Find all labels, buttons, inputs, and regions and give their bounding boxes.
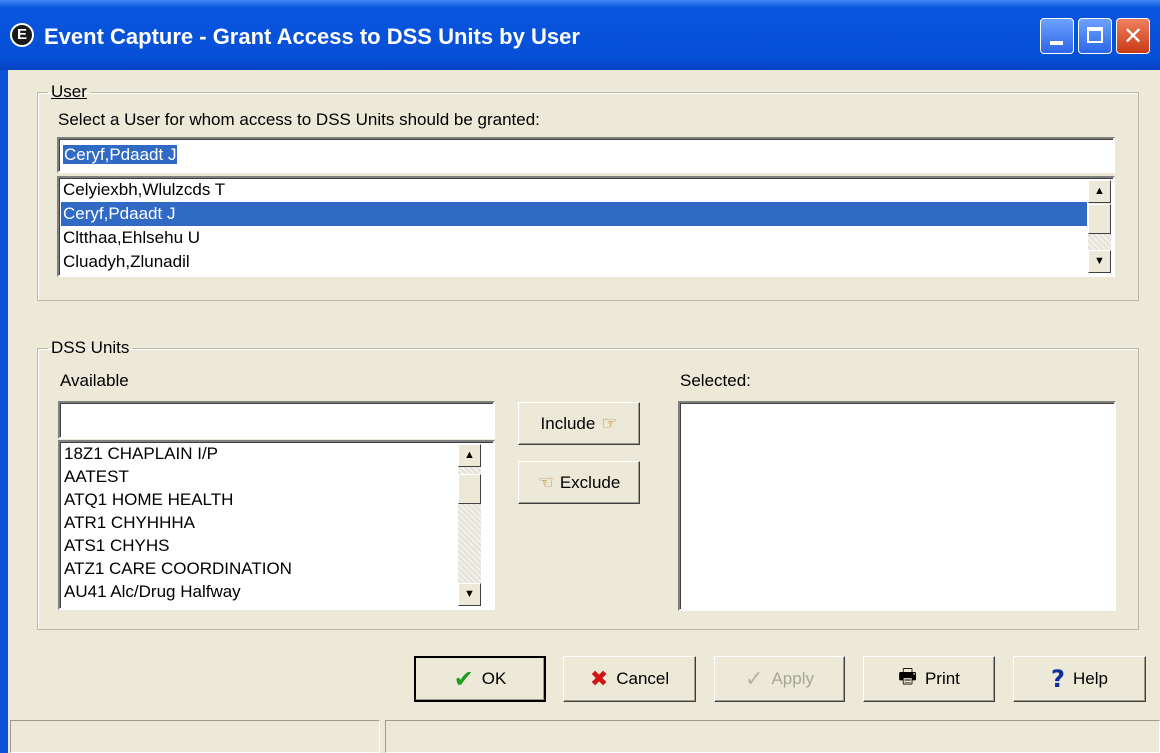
scroll-down-arrow-icon[interactable]: ▼ [1088, 250, 1111, 273]
minimize-icon [1050, 41, 1063, 45]
apply-button[interactable]: ✓ Apply [714, 656, 845, 702]
close-button[interactable]: ✕ [1116, 18, 1150, 54]
close-icon: ✕ [1122, 22, 1144, 50]
print-label: Print [924, 669, 960, 688]
checkmark-outline-icon: ✓ [745, 666, 764, 692]
question-mark-icon: ? [1051, 665, 1065, 693]
app-icon[interactable]: E [10, 23, 34, 47]
dss-units-legend: DSS Units [51, 338, 130, 357]
status-bar-panel-right [385, 720, 1160, 753]
scroll-thumb[interactable] [458, 474, 481, 504]
ok-label: OK [481, 669, 507, 688]
user-group-legend: User [51, 82, 87, 101]
ok-button[interactable]: ✔ OK [414, 656, 546, 702]
user-list-item[interactable]: Celyiexbh,Wlulzcds T [61, 178, 1087, 202]
dialog-window: E Event Capture - Grant Access to DSS Un… [0, 0, 1160, 753]
include-button[interactable]: Include ☞ [518, 402, 640, 445]
help-button[interactable]: ? Help [1013, 656, 1146, 702]
user-instruction: Select a User for whom access to DSS Uni… [58, 110, 540, 129]
scroll-thumb[interactable] [1088, 204, 1111, 234]
maximize-button[interactable] [1078, 18, 1112, 54]
window-left-border [0, 70, 8, 753]
selected-label: Selected: [680, 371, 751, 390]
title-bar[interactable]: E Event Capture - Grant Access to DSS Un… [0, 0, 1160, 70]
user-list-item[interactable]: Cltthaa,Ehlsehu U [61, 226, 1087, 250]
exclude-button[interactable]: ☜ Exclude [518, 461, 640, 504]
user-list-item-selected[interactable]: Ceryf,Pdaadt J [61, 202, 1087, 226]
available-list-item[interactable]: ATS1 CHYHS [62, 534, 467, 557]
user-list-item[interactable]: Cluadyh,Zlunadil [61, 250, 1087, 274]
available-list-item[interactable]: ATR1 CHYHHHA [62, 511, 467, 534]
available-search-input[interactable] [58, 401, 495, 439]
user-search-value: Ceryf,Pdaadt J [63, 145, 178, 164]
user-list[interactable]: Celyiexbh,Wlulzcds T Ceryf,Pdaadt J Cltt… [57, 176, 1115, 277]
scroll-up-arrow-icon[interactable]: ▲ [458, 444, 481, 467]
pointing-hand-left-icon: ☜ [537, 472, 554, 493]
x-icon: ✖ [589, 666, 609, 692]
user-list-scrollbar[interactable]: ▲ ▼ [1088, 180, 1111, 273]
selected-list[interactable] [678, 401, 1116, 611]
cancel-label: Cancel [616, 669, 670, 688]
user-search-input[interactable]: Ceryf,Pdaadt J [57, 137, 1115, 173]
available-list-item[interactable]: ATQ1 HOME HEALTH [62, 488, 467, 511]
print-button[interactable]: 🖶 Print [863, 656, 995, 702]
available-list[interactable]: 18Z1 CHAPLAIN I/P AATEST ATQ1 HOME HEALT… [58, 440, 495, 610]
apply-label: Apply [771, 669, 814, 688]
available-list-item[interactable]: AU41 Alc/Drug Halfway [62, 580, 467, 603]
available-list-item[interactable]: ATZ1 CARE COORDINATION [62, 557, 467, 580]
available-list-item[interactable]: AATEST [62, 465, 467, 488]
exclude-label: Exclude [559, 472, 621, 492]
maximize-icon [1087, 27, 1103, 43]
cancel-button[interactable]: ✖ Cancel [563, 656, 696, 702]
minimize-button[interactable] [1040, 18, 1074, 54]
help-label: Help [1072, 669, 1108, 688]
checkmark-icon: ✔ [453, 665, 474, 693]
scroll-down-arrow-icon[interactable]: ▼ [458, 583, 481, 606]
available-list-scrollbar[interactable]: ▲ ▼ [458, 444, 481, 606]
scroll-up-arrow-icon[interactable]: ▲ [1088, 180, 1111, 203]
pointing-hand-right-icon: ☞ [601, 413, 618, 434]
available-list-item[interactable]: 18Z1 CHAPLAIN I/P [62, 442, 467, 465]
include-label: Include [540, 413, 596, 433]
window-title: Event Capture - Grant Access to DSS Unit… [44, 24, 580, 49]
available-label: Available [60, 371, 129, 390]
status-bar-panel-left [10, 720, 380, 753]
printer-icon: 🖶 [898, 664, 917, 688]
